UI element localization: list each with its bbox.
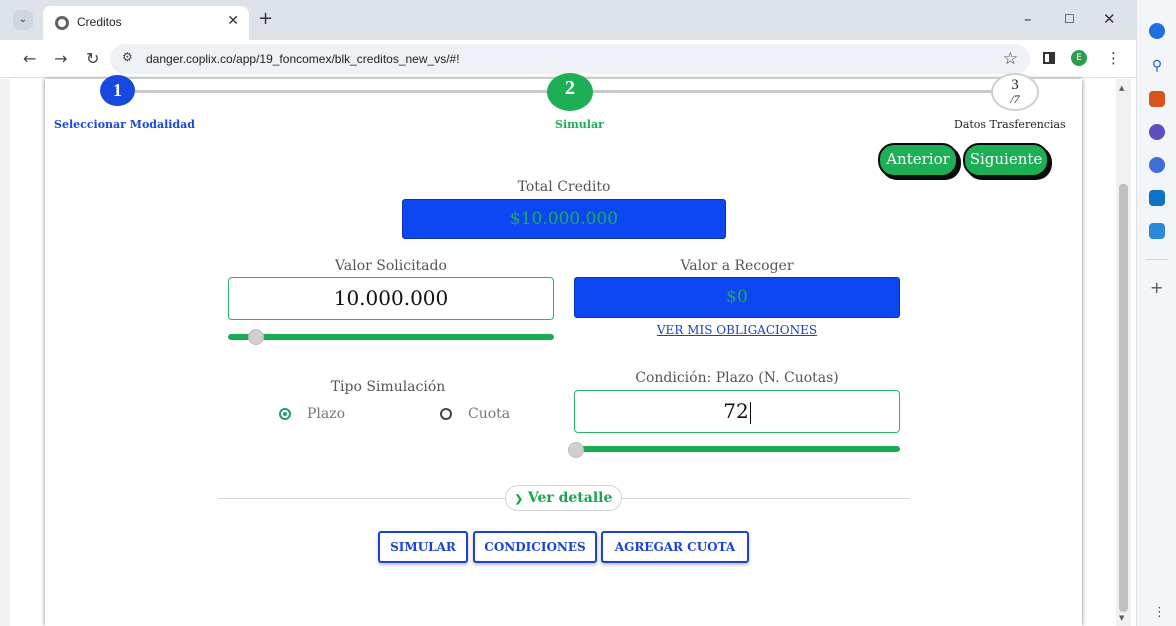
side-panel-divider [1146,259,1168,260]
scroll-down-arrow-icon[interactable]: ▼ [1119,614,1124,622]
browser-menu-icon[interactable]: ⋮ [1106,50,1121,66]
valor-solicitado-input[interactable]: 10.000.000 [228,277,554,320]
tab-search-chevron-icon[interactable]: ⌄ [13,10,33,30]
total-credito-value: $10.000.000 [402,199,726,239]
step-2-circle[interactable]: 2 [547,73,593,111]
step-2-label: Simular [555,118,604,131]
stepper-line [593,90,991,93]
anterior-button[interactable]: Anterior [878,143,958,177]
tipo-simulacion-label: Tipo Simulación [330,379,446,395]
condicion-plazo-value: 72 [723,399,749,423]
valor-solicitado-slider[interactable] [228,334,554,340]
agregar-cuota-button[interactable]: AGREGAR CUOTA [601,531,749,563]
plazo-radio-label[interactable]: Plazo [307,406,345,422]
ver-detalle-button[interactable]: ❯ Ver detalle [505,485,622,511]
condicion-plazo-input[interactable]: 72 [574,390,900,433]
chevron-down-icon: ❯ [514,494,523,505]
search-icon[interactable]: ⚲ [1149,58,1165,74]
ver-obligaciones-link[interactable]: VER MIS OBLIGACIONES [574,323,900,337]
valor-recoger-label: Valor a Recoger [680,258,794,274]
url-text: danger.coplix.co/app/19_foncomex/blk_cre… [146,52,460,66]
step-1-label: Seleccionar Modalidad [54,118,195,131]
close-tab-icon[interactable]: ✕ [227,13,239,29]
address-bar[interactable]: ⚙ danger.coplix.co/app/19_foncomex/blk_c… [110,44,1030,74]
cuota-radio[interactable] [440,408,452,420]
simular-button[interactable]: SIMULAR [378,531,468,563]
drop-icon[interactable] [1149,223,1165,239]
new-tab-plus-icon[interactable]: + [258,9,273,29]
plazo-radio[interactable] [279,408,291,420]
valor-solicitado-slider-thumb[interactable] [248,329,265,345]
condicion-plazo-label: Condición: Plazo (N. Cuotas) [635,370,839,386]
step-3-label: Datos Trasferencias [954,118,1066,131]
close-window-icon[interactable]: ✕ [1103,10,1116,28]
site-info-icon[interactable]: ⚙ [122,50,133,64]
bookmark-star-icon[interactable]: ☆ [1003,49,1018,69]
condicion-plazo-slider[interactable] [574,446,900,452]
cuota-radio-label[interactable]: Cuota [468,406,510,422]
globe-icon [55,16,69,30]
copilot-icon[interactable] [1149,23,1165,39]
step-1-circle[interactable]: 1 [100,75,135,106]
browser-tab[interactable]: Creditos ✕ [43,6,249,40]
left-page-gutter [0,79,10,626]
browser-side-panel: ⚲ + ⋮ [1136,0,1176,626]
minimize-icon[interactable]: – [1024,10,1032,28]
valor-solicitado-label: Valor Solicitado [335,258,447,274]
page-scrollbar[interactable]: ▲ ▼ [1116,79,1131,626]
reload-icon[interactable]: ↻ [86,49,99,69]
condiciones-button[interactable]: CONDICIONES [473,531,597,563]
maximize-icon[interactable]: ☐ [1064,10,1075,28]
text-cursor [749,401,751,424]
siguiente-button[interactable]: Siguiente [963,143,1049,177]
shopping-bag-icon[interactable] [1149,91,1165,107]
side-panel-menu-icon[interactable]: ⋮ [1153,605,1166,620]
back-arrow-icon[interactable]: ← [23,49,36,69]
add-panel-plus-icon[interactable]: + [1150,278,1163,297]
valor-recoger-value: $0 [574,277,900,318]
scrollbar-thumb[interactable] [1119,184,1128,612]
stepper-line [135,90,547,93]
scroll-up-arrow-icon[interactable]: ▲ [1119,84,1124,92]
tab-title: Creditos [77,15,122,29]
tab-strip: ⌄ Creditos ✕ + – ☐ ✕ [0,0,1136,40]
step-3-circle[interactable]: 3 /7 [991,73,1039,111]
condicion-plazo-slider-thumb[interactable] [568,442,584,458]
forward-arrow-icon[interactable]: → [54,49,67,69]
page-viewport: 1 Seleccionar Modalidad 2 Simular 3 /7 D… [0,73,1136,626]
credit-wizard-card: 1 Seleccionar Modalidad 2 Simular 3 /7 D… [45,73,1082,626]
office-icon[interactable] [1149,157,1165,173]
games-icon[interactable] [1149,124,1165,140]
outlook-icon[interactable] [1149,190,1165,206]
side-panel-icon[interactable] [1043,52,1055,64]
total-credito-label: Total Credito [517,179,611,195]
profile-avatar[interactable]: E [1071,50,1087,66]
